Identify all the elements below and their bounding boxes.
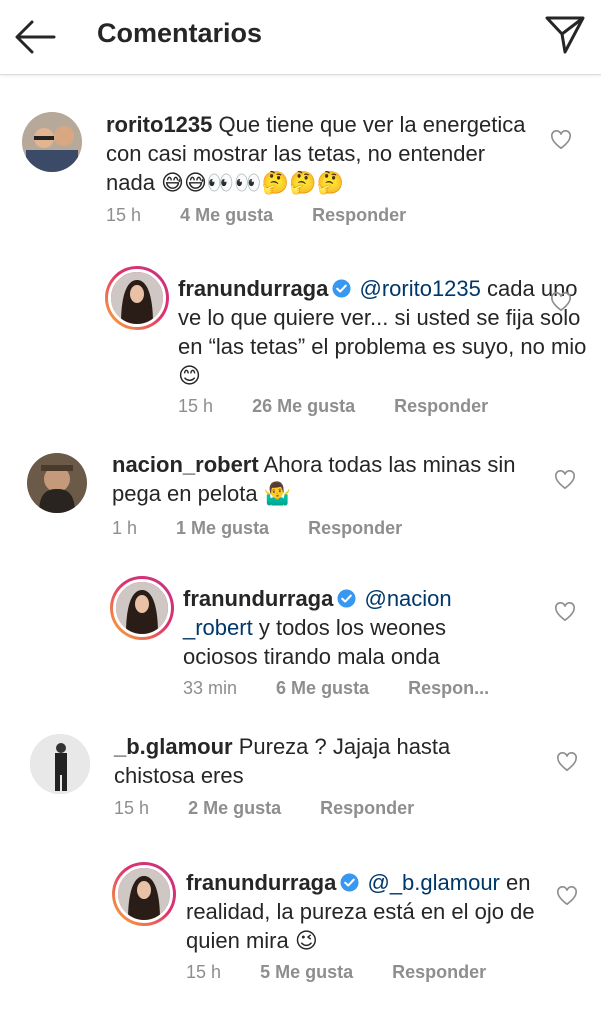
like-count[interactable]: 1 Me gusta: [176, 518, 269, 538]
verified-badge-icon: [337, 589, 356, 608]
like-count[interactable]: 5 Me gusta: [260, 962, 353, 982]
reply-button[interactable]: Responder: [312, 205, 406, 225]
comment-username[interactable]: franundurraga: [178, 276, 328, 301]
back-arrow-icon[interactable]: [12, 14, 58, 60]
comment-username[interactable]: franundurraga: [186, 870, 336, 895]
reply-button[interactable]: Responder: [392, 962, 486, 982]
comment-time: 15 h: [186, 962, 222, 982]
avatar[interactable]: [22, 112, 82, 172]
comment-text: rorito1235 Que tiene que ver la energeti…: [106, 110, 526, 197]
comment-meta: 15 h 4 Me gusta Responder: [106, 205, 440, 226]
heart-outline-icon[interactable]: [550, 292, 572, 312]
heart-outline-icon[interactable]: [556, 752, 578, 772]
verified-badge-icon: [332, 279, 351, 298]
comment-meta: 1 h 1 Me gusta Responder: [112, 518, 436, 539]
mention-link[interactable]: @rorito1235: [359, 276, 480, 301]
comment-text: franundurraga @_b.glamour en realidad, l…: [186, 868, 536, 955]
comment-time: 33 min: [183, 678, 238, 698]
comment-text: _b.glamour Pureza ? Jajaja hasta chistos…: [114, 732, 514, 790]
comment-username[interactable]: franundurraga: [183, 586, 333, 611]
heart-outline-icon[interactable]: [550, 130, 572, 150]
comment-username[interactable]: nacion_robert: [112, 452, 259, 477]
like-count[interactable]: 26 Me gusta: [252, 396, 355, 416]
avatar[interactable]: [105, 266, 169, 330]
comment-text: franundurraga @rorito1235 cada uno ve lo…: [178, 274, 598, 390]
mention-link[interactable]: @_b.glamour: [367, 870, 499, 895]
comment-meta: 15 h 26 Me gusta Responder: [178, 396, 522, 417]
comment-time: 15 h: [178, 396, 214, 416]
like-count[interactable]: 6 Me gusta: [276, 678, 369, 698]
reply-button[interactable]: Responder: [308, 518, 402, 538]
page-title: Comentarios: [97, 18, 263, 48]
comment-text: franundurraga @nacion _robert y todos lo…: [183, 584, 483, 671]
avatar[interactable]: [27, 453, 87, 513]
comment-meta: 15 h 2 Me gusta Responder: [114, 798, 448, 819]
comment-meta: 33 min 6 Me gusta Respon...: [183, 678, 523, 699]
paper-plane-icon[interactable]: [543, 12, 587, 56]
like-count[interactable]: 4 Me gusta: [180, 205, 273, 225]
reply-button[interactable]: Respon...: [408, 678, 489, 698]
comment-meta: 15 h 5 Me gusta Responder: [186, 962, 520, 983]
comment-time: 15 h: [106, 205, 142, 225]
heart-outline-icon[interactable]: [554, 602, 576, 622]
top-bar: Comentarios: [0, 0, 601, 75]
reply-button[interactable]: Responder: [320, 798, 414, 818]
avatar[interactable]: [30, 734, 90, 794]
comment-username[interactable]: rorito1235: [106, 112, 212, 137]
like-count[interactable]: 2 Me gusta: [188, 798, 281, 818]
verified-badge-icon: [340, 873, 359, 892]
avatar[interactable]: [110, 576, 174, 640]
comment-text: nacion_robert Ahora todas las minas sin …: [112, 450, 522, 508]
comment-time: 1 h: [112, 518, 138, 538]
reply-button[interactable]: Responder: [394, 396, 488, 416]
avatar[interactable]: [112, 862, 176, 926]
comment-time: 15 h: [114, 798, 150, 818]
heart-outline-icon[interactable]: [556, 886, 578, 906]
comment-username[interactable]: _b.glamour: [114, 734, 233, 759]
heart-outline-icon[interactable]: [554, 470, 576, 490]
